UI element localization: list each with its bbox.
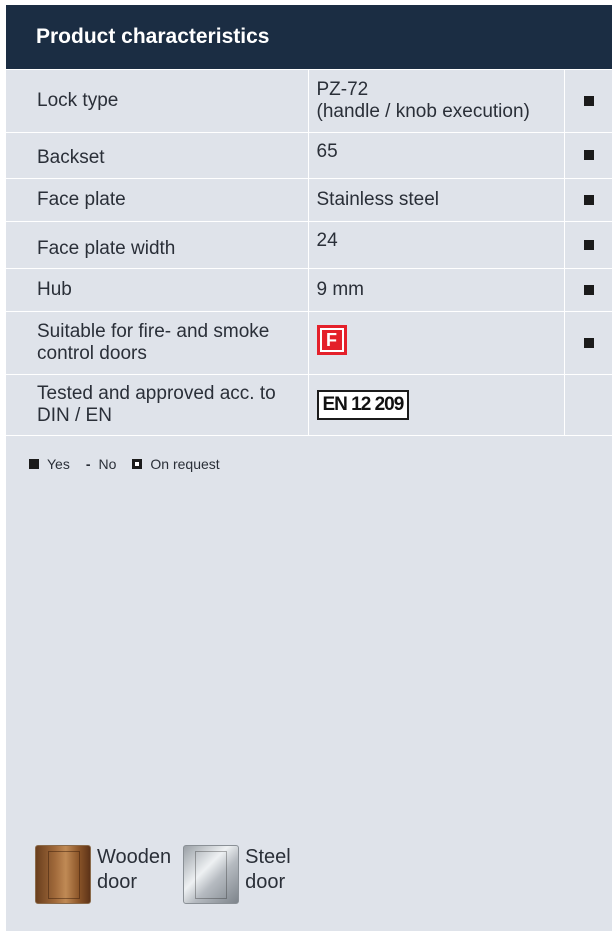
dash-icon: - bbox=[85, 455, 91, 472]
row-value: 9 mm bbox=[308, 268, 565, 312]
empty-marker bbox=[564, 374, 613, 436]
door-types: Wooden door Steel door bbox=[35, 845, 297, 904]
fire-rating-badge: F bbox=[316, 324, 347, 355]
row-label: Face plate width bbox=[6, 221, 309, 269]
row-value-line: (handle / knob execution) bbox=[316, 100, 530, 122]
row-label-line: Tested and approved acc. to bbox=[37, 382, 276, 404]
row-label-line: control doors bbox=[37, 342, 147, 364]
filled-square-icon bbox=[583, 95, 594, 106]
row-value: EN 12 209 bbox=[308, 374, 565, 436]
yes-marker bbox=[564, 221, 613, 269]
yes-marker bbox=[564, 311, 613, 375]
table-row: Tested and approved acc. to DIN / EN EN … bbox=[6, 374, 613, 436]
row-value-line: PZ-72 bbox=[316, 78, 369, 100]
row-label-line: DIN / EN bbox=[37, 404, 112, 426]
hollow-square-icon bbox=[132, 458, 143, 469]
specs-table: Lock type PZ-72 (handle / knob execution… bbox=[6, 70, 613, 436]
yes-marker bbox=[564, 268, 613, 312]
row-value: 24 bbox=[308, 221, 565, 269]
filled-square-icon bbox=[583, 337, 594, 348]
steel-door-icon bbox=[183, 845, 240, 904]
legend: Yes - No On request bbox=[29, 456, 612, 472]
row-label: Backset bbox=[6, 132, 309, 179]
row-label-line: Suitable for fire- and smoke bbox=[37, 320, 270, 342]
row-value: PZ-72 (handle / knob execution) bbox=[308, 70, 565, 133]
legend-no: No bbox=[98, 455, 117, 472]
row-label: Hub bbox=[6, 268, 309, 312]
table-row: Hub 9 mm bbox=[6, 268, 613, 312]
table-row: Face plate Stainless steel bbox=[6, 178, 613, 222]
standard-badge: EN 12 209 bbox=[316, 389, 410, 420]
row-value: Stainless steel bbox=[308, 178, 565, 222]
legend-on-request: On request bbox=[150, 455, 220, 472]
panel-title: Product characteristics bbox=[6, 5, 612, 70]
door-label: Wooden door bbox=[97, 846, 172, 893]
row-value: 65 bbox=[308, 132, 565, 179]
table-row: Backset 65 bbox=[6, 132, 613, 179]
filled-square-icon bbox=[583, 239, 594, 250]
filled-square-icon bbox=[583, 194, 594, 205]
table-row: Suitable for fire- and smoke control doo… bbox=[6, 311, 613, 375]
yes-marker bbox=[564, 178, 613, 222]
row-value: F bbox=[308, 311, 565, 375]
door-label: Steel door bbox=[245, 846, 291, 893]
wooden-door-icon bbox=[35, 845, 91, 904]
legend-yes: Yes bbox=[47, 455, 70, 472]
row-label: Face plate bbox=[6, 178, 309, 222]
table-row: Lock type PZ-72 (handle / knob execution… bbox=[6, 70, 613, 133]
product-characteristics-panel: Product characteristics Lock type PZ-72 … bbox=[6, 5, 613, 931]
row-label: Lock type bbox=[6, 70, 309, 133]
yes-marker bbox=[564, 70, 613, 133]
yes-marker bbox=[564, 132, 613, 179]
filled-square-icon bbox=[29, 458, 39, 469]
row-label: Tested and approved acc. to DIN / EN bbox=[6, 374, 309, 436]
row-label: Suitable for fire- and smoke control doo… bbox=[6, 311, 309, 375]
filled-square-icon bbox=[583, 284, 594, 295]
table-row: Face plate width 24 bbox=[6, 221, 613, 269]
filled-square-icon bbox=[583, 150, 594, 160]
